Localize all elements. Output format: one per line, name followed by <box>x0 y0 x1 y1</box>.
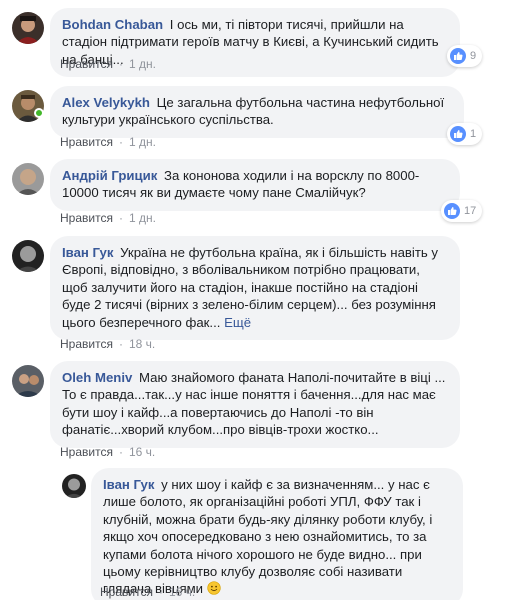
comment: Bohdan Chaban І ось ми, ті півтори тисяч… <box>0 0 510 80</box>
like-thumb-icon <box>444 203 460 219</box>
comment-author[interactable]: Іван Гук <box>103 477 154 492</box>
comment: Іван Гук Україна не футбольна країна, як… <box>0 228 510 354</box>
separator-dot: · <box>118 445 123 459</box>
avatar[interactable] <box>62 474 86 498</box>
comment: Андрій Грицик За кононова ходили і на во… <box>0 152 510 228</box>
like-link[interactable]: Нравится <box>60 211 113 225</box>
comment-meta: Нравится · 18 ч. <box>60 337 155 351</box>
see-more-link[interactable]: Ещё <box>224 315 251 330</box>
comment-author[interactable]: Oleh Meniv <box>62 370 132 385</box>
user-photo-icon <box>12 240 44 272</box>
comment-meta: Нравится · 16 ч. <box>100 585 195 599</box>
user-photo-icon <box>12 365 44 397</box>
timestamp[interactable]: 16 ч. <box>129 445 155 459</box>
like-link[interactable]: Нравится <box>60 445 113 459</box>
timestamp[interactable]: 1 дн. <box>129 57 156 71</box>
reaction-count: 17 <box>464 205 477 217</box>
comment-meta: Нравится · 1 дн. <box>60 135 156 149</box>
like-link[interactable]: Нравится <box>60 57 113 71</box>
comment-author[interactable]: Bohdan Chaban <box>62 17 163 32</box>
reply-comment: Іван Гук у них шоу і кайф є за визначенн… <box>0 464 510 600</box>
separator-dot: · <box>118 135 123 149</box>
avatar[interactable] <box>12 163 44 195</box>
timestamp[interactable]: 16 ч. <box>169 585 195 599</box>
comment-author[interactable]: Андрій Грицик <box>62 168 157 183</box>
timestamp[interactable]: 1 дн. <box>129 211 156 225</box>
comment-meta: Нравится · 1 дн. <box>60 211 156 225</box>
reaction-count-badge[interactable]: 9 <box>447 45 483 67</box>
comment: Alex Velykykh Це загальна футбольна част… <box>0 80 510 152</box>
like-link[interactable]: Нравится <box>60 337 113 351</box>
like-thumb-icon <box>450 126 466 142</box>
comment-bubble: Oleh Meniv Маю знайомого фаната Наполі-п… <box>50 361 460 448</box>
separator-dot: · <box>158 585 163 599</box>
separator-dot: · <box>118 57 123 71</box>
comment-bubble: Андрій Грицик За кононова ходили і на во… <box>50 159 460 211</box>
reaction-count: 9 <box>470 50 477 62</box>
like-link[interactable]: Нравится <box>60 135 113 149</box>
online-status-icon <box>34 108 44 118</box>
like-thumb-icon <box>450 48 466 64</box>
separator-dot: · <box>118 211 123 225</box>
comment-text: у них шоу і кайф є за визначенням... у н… <box>103 477 433 597</box>
comment-author[interactable]: Іван Гук <box>62 245 113 260</box>
user-photo-icon <box>62 474 86 498</box>
comment: Oleh Meniv Маю знайомого фаната Наполі-п… <box>0 354 510 464</box>
timestamp[interactable]: 18 ч. <box>129 337 155 351</box>
like-link[interactable]: Нравится <box>100 585 153 599</box>
avatar[interactable] <box>12 240 44 272</box>
comment-bubble: Іван Гук у них шоу і кайф є за визначенн… <box>91 468 463 600</box>
comment-bubble: Іван Гук Україна не футбольна країна, як… <box>50 236 460 341</box>
separator-dot: · <box>118 337 123 351</box>
timestamp[interactable]: 1 дн. <box>129 135 156 149</box>
comment-meta: Нравится · 16 ч. <box>60 445 155 459</box>
reaction-count-badge[interactable]: 17 <box>441 200 483 222</box>
comment-bubble: Alex Velykykh Це загальна футбольна част… <box>50 86 464 138</box>
avatar[interactable] <box>12 365 44 397</box>
avatar[interactable] <box>12 12 44 44</box>
smile-emoji-icon <box>207 581 221 596</box>
reaction-count-badge[interactable]: 1 <box>447 123 483 145</box>
comment-meta: Нравится · 1 дн. <box>60 57 156 71</box>
user-photo-icon <box>12 163 44 195</box>
user-photo-icon <box>12 12 44 44</box>
reaction-count: 1 <box>470 128 477 140</box>
comment-author[interactable]: Alex Velykykh <box>62 95 150 110</box>
